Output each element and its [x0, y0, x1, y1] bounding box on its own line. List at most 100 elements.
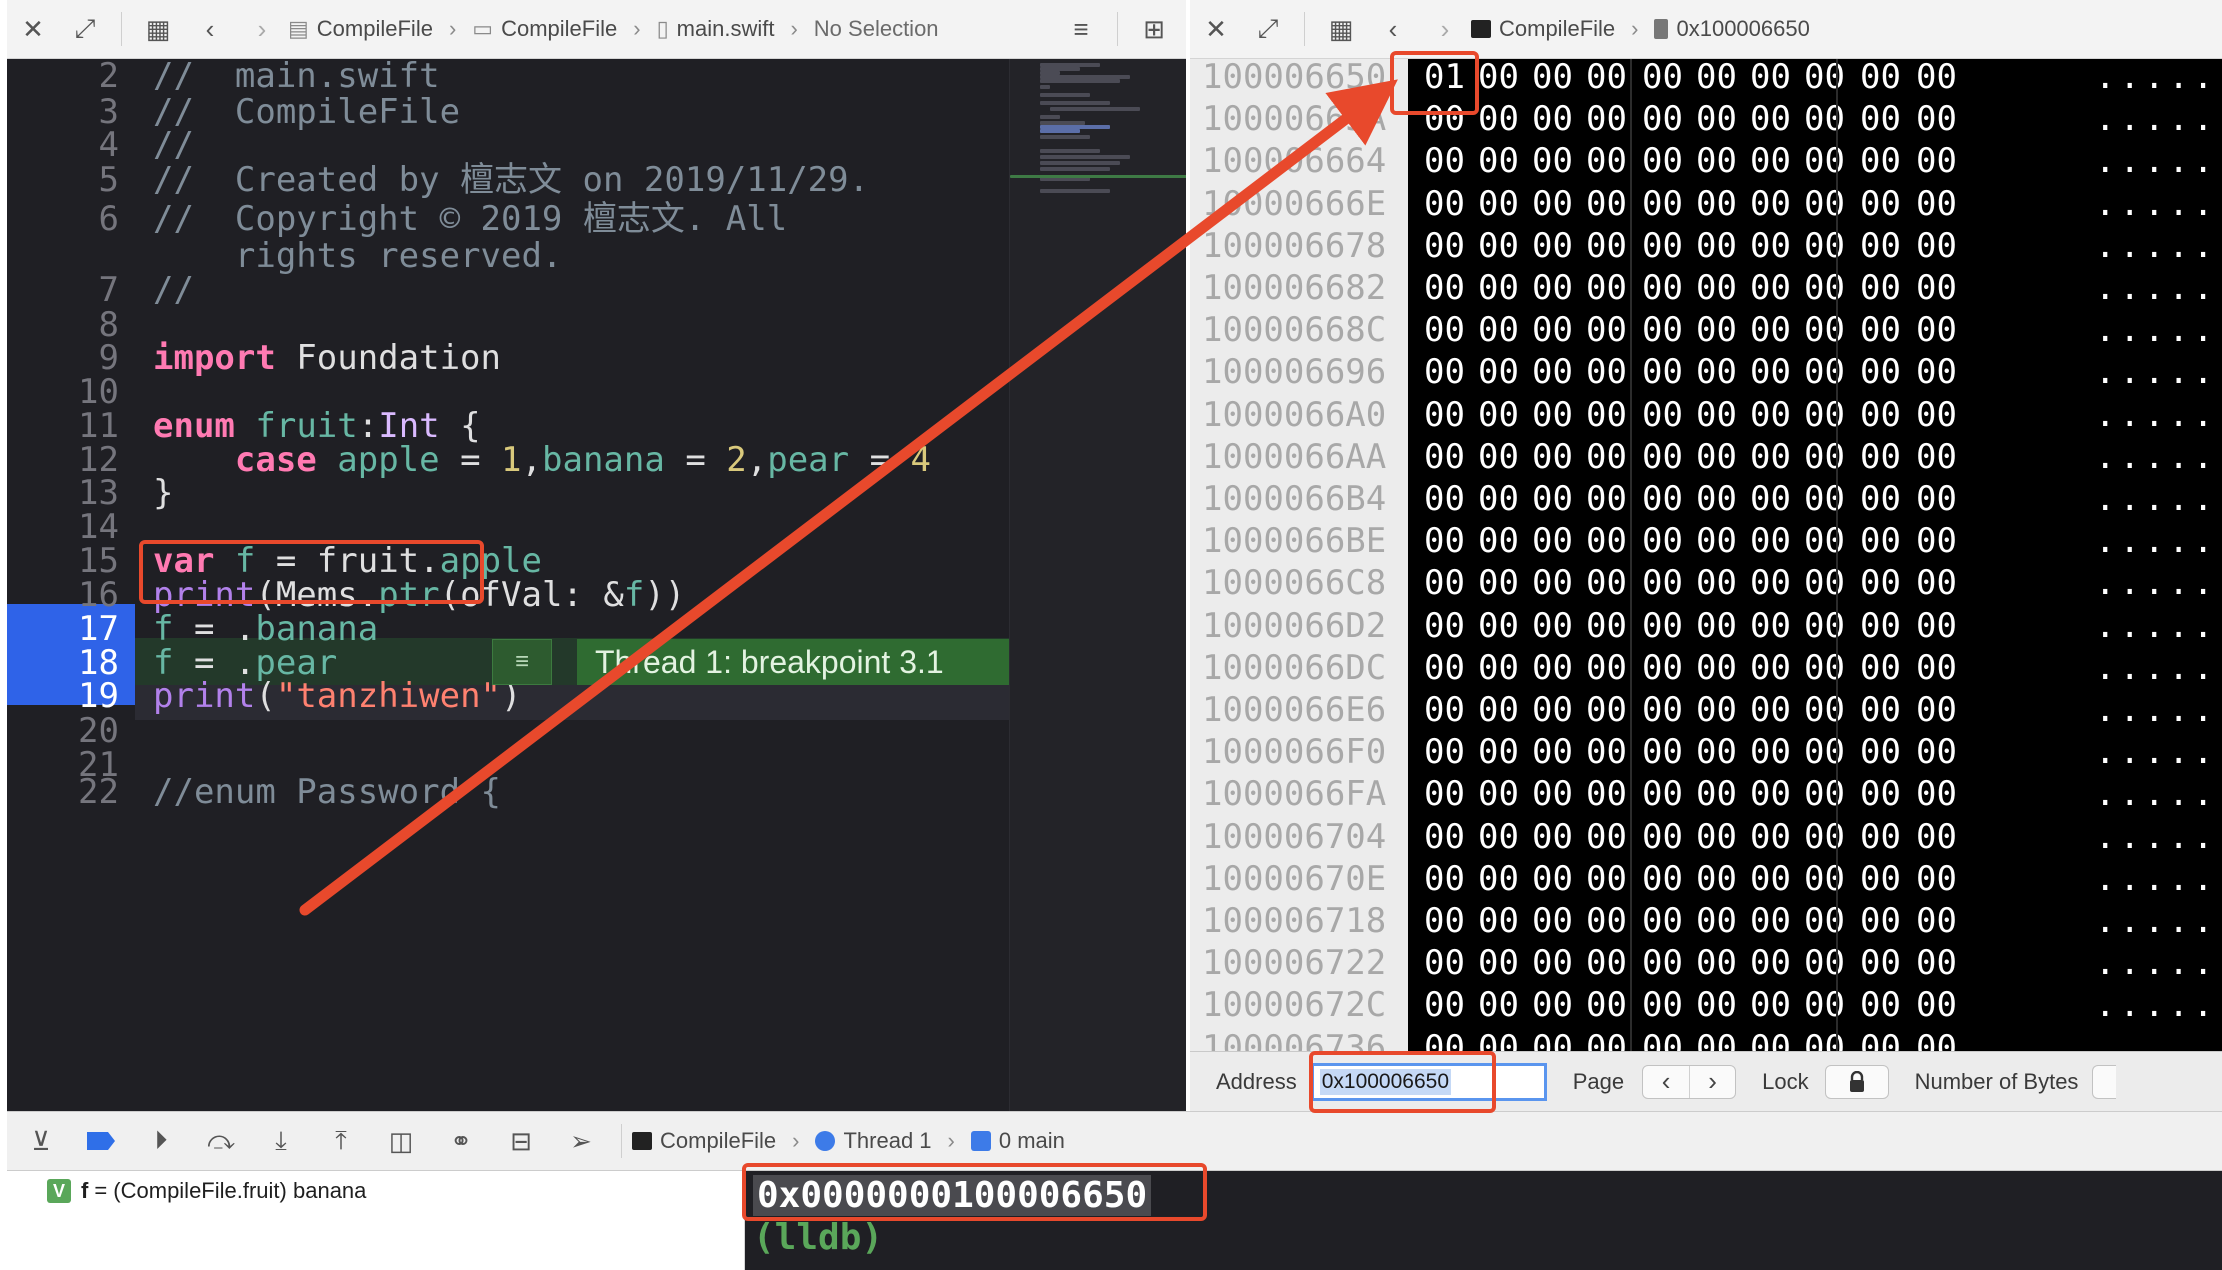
- memory-byte[interactable]: 00: [1532, 98, 1573, 140]
- memory-byte[interactable]: 00: [1532, 267, 1573, 309]
- memory-byte[interactable]: 00: [1804, 605, 1845, 647]
- memory-byte[interactable]: 00: [1916, 900, 1957, 942]
- memory-byte[interactable]: 00: [1424, 689, 1465, 731]
- memory-byte[interactable]: 00: [1478, 351, 1519, 393]
- memory-byte[interactable]: 00: [1478, 816, 1519, 858]
- memory-byte[interactable]: 00: [1642, 942, 1683, 984]
- memory-byte[interactable]: 00: [1916, 478, 1957, 520]
- memory-row[interactable]: 100006722 00 00 00 00 00 00 00 00 00 00......: [1190, 942, 2222, 984]
- memory-byte[interactable]: 00: [1424, 520, 1465, 562]
- step-out-icon[interactable]: ⤒: [321, 1121, 361, 1161]
- memory-byte[interactable]: 00: [1586, 773, 1627, 815]
- memory-byte[interactable]: 00: [1478, 858, 1519, 900]
- memory-byte[interactable]: 00: [1916, 309, 1957, 351]
- memory-row[interactable]: 100006650 01 00 00 00 00 00 00 00 00 00......: [1190, 59, 2222, 98]
- memory-byte[interactable]: 00: [1424, 478, 1465, 520]
- memory-byte[interactable]: 00: [1532, 647, 1573, 689]
- memory-byte[interactable]: 00: [1586, 731, 1627, 773]
- memory-byte[interactable]: 00: [1532, 731, 1573, 773]
- memory-byte[interactable]: 00: [1424, 731, 1465, 773]
- memory-byte[interactable]: 00: [1750, 183, 1791, 225]
- line-number[interactable]: 22: [7, 769, 119, 815]
- memory-byte[interactable]: 00: [1916, 183, 1957, 225]
- memory-row[interactable]: 100006682 00 00 00 00 00 00 00 00 00 00......: [1190, 267, 2222, 309]
- memory-byte[interactable]: 00: [1804, 98, 1845, 140]
- memory-byte[interactable]: 00: [1750, 98, 1791, 140]
- memory-byte[interactable]: 00: [1916, 1027, 1957, 1051]
- memory-row[interactable]: 1000066F0 00 00 00 00 00 00 00 00 00 00......: [1190, 731, 2222, 773]
- minimap[interactable]: [1009, 59, 1186, 1111]
- memory-byte[interactable]: 00: [1804, 731, 1845, 773]
- memory-byte[interactable]: 00: [1424, 140, 1465, 182]
- memory-byte[interactable]: 00: [1642, 59, 1683, 98]
- back-chevron-icon[interactable]: ‹: [192, 11, 228, 47]
- memory-row[interactable]: 100006678 00 00 00 00 00 00 00 00 00 00......: [1190, 225, 2222, 267]
- memory-byte[interactable]: 00: [1750, 689, 1791, 731]
- memory-byte[interactable]: 00: [1478, 984, 1519, 1026]
- memory-byte[interactable]: 00: [1478, 309, 1519, 351]
- memory-byte[interactable]: 00: [1642, 562, 1683, 604]
- code-line[interactable]: 22 //enum Password {: [7, 769, 1009, 815]
- memory-byte[interactable]: 00: [1532, 183, 1573, 225]
- memory-byte[interactable]: 00: [1750, 858, 1791, 900]
- memory-byte[interactable]: 00: [1860, 520, 1901, 562]
- memory-byte[interactable]: 00: [1586, 816, 1627, 858]
- memory-byte[interactable]: 00: [1860, 394, 1901, 436]
- memory-byte[interactable]: 00: [1804, 647, 1845, 689]
- memory-byte[interactable]: 00: [1586, 267, 1627, 309]
- memory-byte[interactable]: 00: [1478, 140, 1519, 182]
- memory-byte[interactable]: 00: [1696, 1027, 1737, 1051]
- memory-byte[interactable]: 00: [1532, 562, 1573, 604]
- memory-byte[interactable]: 00: [1696, 59, 1737, 98]
- memory-byte[interactable]: 00: [1532, 478, 1573, 520]
- memory-byte[interactable]: 00: [1424, 858, 1465, 900]
- memory-byte[interactable]: 00: [1478, 647, 1519, 689]
- memory-byte[interactable]: 00: [1642, 689, 1683, 731]
- memory-row[interactable]: 10000668C 00 00 00 00 00 00 00 00 00 00......: [1190, 309, 2222, 351]
- memory-byte[interactable]: 00: [1478, 900, 1519, 942]
- memory-byte[interactable]: 00: [1532, 1027, 1573, 1051]
- memory-byte[interactable]: 00: [1750, 436, 1791, 478]
- address-field[interactable]: 0x100006650: [1310, 1062, 1547, 1101]
- memory-byte[interactable]: 00: [1586, 858, 1627, 900]
- forward-chevron-icon[interactable]: ›: [244, 11, 280, 47]
- memory-byte[interactable]: 00: [1642, 351, 1683, 393]
- memory-byte[interactable]: 00: [1804, 351, 1845, 393]
- memory-byte[interactable]: 00: [1696, 267, 1737, 309]
- memory-byte[interactable]: 00: [1916, 436, 1957, 478]
- jump-bar-process[interactable]: CompileFile: [1499, 16, 1615, 42]
- memory-byte[interactable]: 00: [1424, 900, 1465, 942]
- memory-byte[interactable]: 00: [1916, 140, 1957, 182]
- memory-byte[interactable]: 00: [1532, 520, 1573, 562]
- memory-byte[interactable]: 00: [1424, 942, 1465, 984]
- memory-row[interactable]: 1000066E6 00 00 00 00 00 00 00 00 00 00......: [1190, 689, 2222, 731]
- memory-byte[interactable]: 00: [1860, 309, 1901, 351]
- memory-byte[interactable]: 00: [1478, 394, 1519, 436]
- memory-byte[interactable]: 00: [1532, 858, 1573, 900]
- memory-byte[interactable]: 00: [1586, 984, 1627, 1026]
- memory-byte[interactable]: 00: [1642, 816, 1683, 858]
- memory-byte[interactable]: 00: [1860, 647, 1901, 689]
- memory-byte[interactable]: 00: [1696, 394, 1737, 436]
- memory-byte[interactable]: 00: [1586, 478, 1627, 520]
- memory-byte[interactable]: 00: [1478, 773, 1519, 815]
- memory-byte[interactable]: 00: [1916, 267, 1957, 309]
- memory-byte[interactable]: 00: [1696, 478, 1737, 520]
- memory-row[interactable]: 1000066B4 00 00 00 00 00 00 00 00 00 00......: [1190, 478, 2222, 520]
- memory-byte[interactable]: 00: [1642, 394, 1683, 436]
- memory-byte[interactable]: 00: [1860, 436, 1901, 478]
- memory-byte[interactable]: 00: [1750, 647, 1791, 689]
- memory-byte[interactable]: 00: [1804, 225, 1845, 267]
- memory-byte[interactable]: 00: [1916, 647, 1957, 689]
- memory-byte[interactable]: 00: [1750, 478, 1791, 520]
- memory-byte[interactable]: 00: [1916, 225, 1957, 267]
- memory-byte[interactable]: 00: [1916, 689, 1957, 731]
- memory-byte[interactable]: 00: [1860, 773, 1901, 815]
- memory-byte[interactable]: 00: [1424, 605, 1465, 647]
- memory-byte[interactable]: 00: [1696, 689, 1737, 731]
- memory-byte[interactable]: 00: [1860, 59, 1901, 98]
- memory-row[interactable]: 10000670E 00 00 00 00 00 00 00 00 00 00......: [1190, 858, 2222, 900]
- memory-byte[interactable]: 00: [1804, 183, 1845, 225]
- memory-byte[interactable]: 00: [1586, 562, 1627, 604]
- memory-byte[interactable]: 00: [1696, 858, 1737, 900]
